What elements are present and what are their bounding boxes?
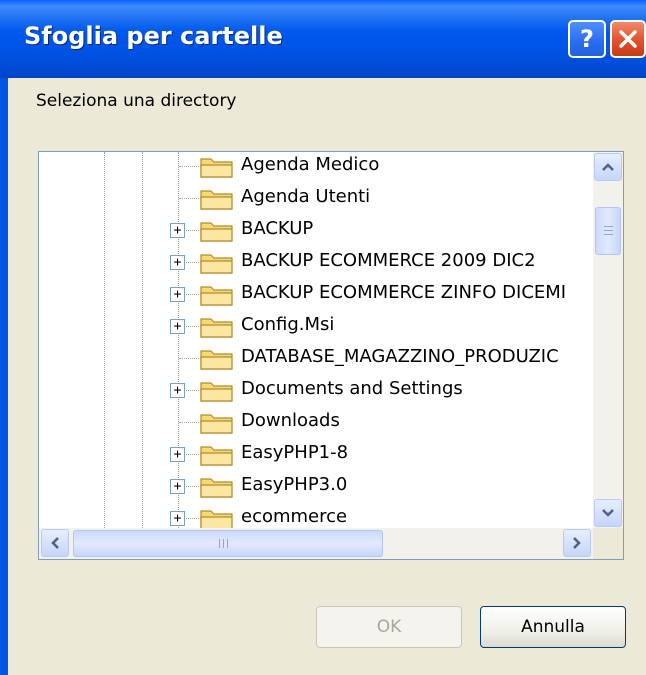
- tree-connector: [179, 422, 201, 423]
- vertical-scrollbar[interactable]: [593, 152, 623, 528]
- tree-item-label: Config.Msi: [241, 314, 335, 335]
- expand-toggle[interactable]: +: [170, 511, 185, 526]
- tree-item-label: Agenda Medico: [241, 154, 380, 175]
- scrollbar-corner: [593, 528, 623, 559]
- close-icon: [619, 30, 637, 48]
- cancel-button-label: Annulla: [521, 617, 585, 637]
- help-button[interactable]: ?: [568, 20, 606, 58]
- expand-toggle[interactable]: +: [170, 383, 185, 398]
- tree-item-label: BACKUP ECOMMERCE 2009 DIC2: [241, 250, 536, 271]
- tree-item-label: ecommerce: [241, 506, 348, 527]
- tree-item[interactable]: Agenda Medico: [39, 152, 593, 182]
- expand-toggle[interactable]: +: [170, 447, 185, 462]
- expand-toggle[interactable]: +: [170, 287, 185, 302]
- expand-toggle[interactable]: +: [170, 223, 185, 238]
- browse-folder-dialog: Sfoglia per cartelle ? Seleziona una dir…: [0, 0, 646, 675]
- folder-tree[interactable]: Agenda Medico Agenda Utenti + BACKUP + BACKUP…: [38, 151, 624, 560]
- scroll-down-button[interactable]: [594, 499, 622, 527]
- folder-icon: [200, 158, 233, 178]
- tree-item[interactable]: + Config.Msi: [39, 310, 593, 342]
- tree-item[interactable]: + EasyPHP1-8: [39, 438, 593, 470]
- folder-icon: [200, 414, 233, 434]
- folder-icon: [200, 446, 233, 466]
- expand-toggle[interactable]: +: [170, 319, 185, 334]
- help-icon: ?: [580, 25, 594, 53]
- chevron-down-icon: [602, 509, 614, 517]
- tree-item-label: EasyPHP3.0: [241, 474, 348, 495]
- horizontal-scrollbar[interactable]: [39, 528, 593, 559]
- tree-item[interactable]: Agenda Utenti: [39, 182, 593, 214]
- tree-item-label: Downloads: [241, 410, 340, 431]
- folder-icon: [200, 510, 233, 528]
- folder-icon: [200, 254, 233, 274]
- scroll-left-button[interactable]: [41, 529, 69, 557]
- chevron-left-icon: [51, 537, 59, 549]
- folder-icon: [200, 478, 233, 498]
- tree-connector: [179, 198, 201, 199]
- scroll-up-button[interactable]: [594, 153, 622, 181]
- dialog-title: Sfoglia per cartelle: [24, 22, 283, 50]
- tree-item-label: DATABASE_MAGAZZINO_PRODUZIC: [241, 346, 559, 367]
- ok-button-label: OK: [376, 617, 402, 637]
- cancel-button[interactable]: Annulla: [480, 606, 626, 648]
- tree-item-label: BACKUP: [241, 218, 314, 239]
- tree-item[interactable]: + BACKUP ECOMMERCE 2009 DIC2: [39, 246, 593, 278]
- folder-icon: [200, 190, 233, 210]
- title-bar[interactable]: Sfoglia per cartelle ?: [0, 0, 646, 78]
- horizontal-scroll-thumb[interactable]: [73, 530, 383, 557]
- ok-button[interactable]: OK: [316, 606, 462, 648]
- tree-item-label: EasyPHP1-8: [241, 442, 349, 463]
- folder-icon: [200, 382, 233, 402]
- folder-icon: [200, 350, 233, 370]
- tree-item-label: BACKUP ECOMMERCE ZINFO DICEMI: [241, 282, 567, 303]
- tree-item[interactable]: + BACKUP ECOMMERCE ZINFO DICEMI: [39, 278, 593, 310]
- tree-item-label: Agenda Utenti: [241, 186, 371, 207]
- prompt-label: Seleziona una directory: [36, 91, 237, 111]
- tree-item[interactable]: + Documents and Settings: [39, 374, 593, 406]
- close-button[interactable]: [610, 20, 646, 58]
- tree-viewport: Agenda Medico Agenda Utenti + BACKUP + BACKUP…: [39, 152, 593, 528]
- chevron-right-icon: [573, 537, 581, 549]
- vertical-scroll-thumb[interactable]: [595, 207, 621, 255]
- chevron-up-icon: [602, 163, 614, 171]
- folder-icon: [200, 318, 233, 338]
- folder-icon: [200, 222, 233, 242]
- tree-connector: [179, 166, 201, 167]
- tree-item[interactable]: + EasyPHP3.0: [39, 470, 593, 502]
- dialog-body: Seleziona una directory Agenda Medico Age…: [8, 78, 646, 675]
- tree-item[interactable]: + ecommerce: [39, 502, 593, 528]
- tree-item[interactable]: DATABASE_MAGAZZINO_PRODUZIC: [39, 342, 593, 374]
- expand-toggle[interactable]: +: [170, 479, 185, 494]
- scroll-right-button[interactable]: [563, 529, 591, 557]
- tree-item[interactable]: Downloads: [39, 406, 593, 438]
- tree-item[interactable]: + BACKUP: [39, 214, 593, 246]
- folder-icon: [200, 286, 233, 306]
- tree-connector: [179, 358, 201, 359]
- expand-toggle[interactable]: +: [170, 255, 185, 270]
- tree-item-label: Documents and Settings: [241, 378, 463, 399]
